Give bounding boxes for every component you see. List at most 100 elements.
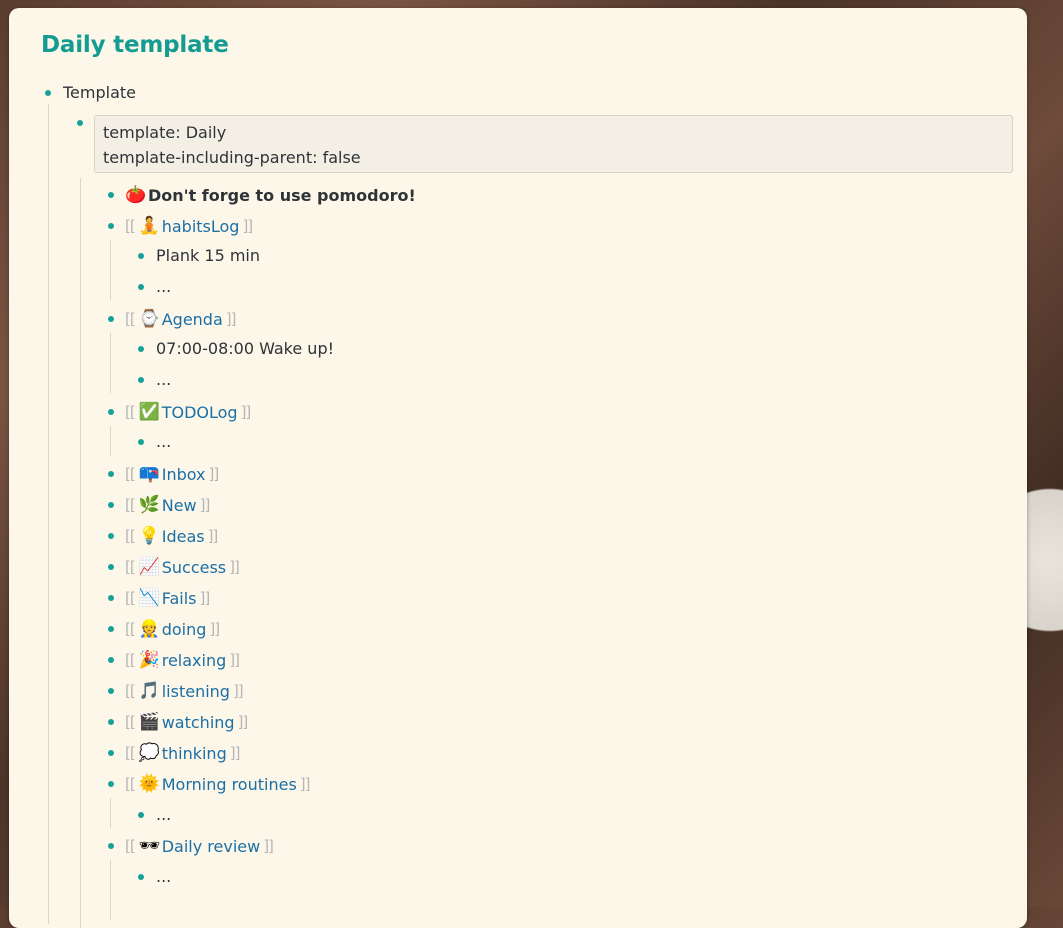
properties-block[interactable]: template: Daily template-including-paren… — [94, 115, 1013, 173]
page-link-agenda[interactable]: [[ ⌚ Agenda ]] — [125, 308, 236, 330]
page-link-watching[interactable]: [[ 🎬 watching ]] — [125, 711, 248, 733]
list-item: 07:00-08:00 Wake up! — [156, 339, 335, 358]
bullet[interactable] — [77, 120, 83, 126]
bullet[interactable] — [108, 750, 114, 756]
light-bulb-icon: 💡 — [138, 526, 160, 546]
bullet[interactable] — [138, 812, 144, 818]
page-title: Daily template — [41, 32, 229, 58]
page-link-todolog[interactable]: [[ ✅ TODOLog ]] — [125, 401, 252, 423]
bullet[interactable] — [108, 192, 114, 198]
page-link-listening[interactable]: [[ 🎵 listening ]] — [125, 680, 244, 702]
bullet[interactable] — [108, 843, 114, 849]
bullet[interactable] — [138, 439, 144, 445]
link-label[interactable]: thinking — [162, 744, 227, 763]
sunglasses-icon: 🕶 — [138, 836, 161, 856]
link-label[interactable]: Daily review — [162, 837, 260, 856]
bracket-close: ]] — [263, 837, 274, 855]
bullet[interactable] — [108, 502, 114, 508]
bracket-close: ]] — [240, 403, 252, 421]
bracket-open: [[ — [125, 651, 136, 669]
worker-icon: 👷 — [138, 619, 160, 639]
link-label[interactable]: Fails — [162, 589, 197, 608]
bullet[interactable] — [108, 595, 114, 601]
bracket-close: ]] — [242, 217, 253, 235]
herb-icon: 🌿 — [138, 495, 160, 515]
page-link-habitslog[interactable]: [[ 🧘 habitsLog ]] — [125, 215, 253, 237]
bullet[interactable] — [138, 346, 144, 352]
link-label[interactable]: doing — [162, 620, 207, 639]
bullet[interactable] — [45, 90, 51, 96]
bracket-open: [[ — [125, 310, 136, 328]
link-label[interactable]: habitsLog — [162, 217, 240, 236]
link-label[interactable]: Success — [162, 558, 226, 577]
list-item: ... — [156, 432, 172, 451]
page-link-daily-review[interactable]: [[ 🕶 Daily review ]] — [125, 835, 274, 857]
page-link-morning-routines[interactable]: [[ 🌞 Morning routines ]] — [125, 773, 310, 795]
bullet[interactable] — [108, 719, 114, 725]
page-link-fails[interactable]: [[ 📉 Fails ]] — [125, 587, 210, 609]
bullet[interactable] — [138, 874, 144, 880]
bracket-close: ]] — [208, 465, 220, 483]
party-popper-icon: 🎉 — [138, 650, 160, 670]
bullet[interactable] — [138, 377, 144, 383]
check-mark-button-icon: ✅ — [138, 402, 160, 422]
bracket-close: ]] — [229, 558, 240, 576]
watch-icon: ⌚ — [138, 309, 160, 329]
bullet[interactable] — [108, 471, 114, 477]
indent-guide — [110, 240, 111, 300]
link-label[interactable]: Agenda — [162, 310, 223, 329]
bracket-open: [[ — [125, 465, 136, 483]
bracket-open: [[ — [125, 775, 136, 793]
bullet[interactable] — [138, 284, 144, 290]
bullet[interactable] — [108, 409, 114, 415]
speech-balloon-icon: 💭 — [138, 743, 160, 763]
page-link-inbox[interactable]: [[ 📪 Inbox ]] — [125, 463, 220, 485]
link-label[interactable]: New — [162, 496, 197, 515]
bullet[interactable] — [108, 316, 114, 322]
indent-guide — [48, 104, 49, 924]
link-label[interactable]: watching — [162, 713, 235, 732]
property-template: template: Daily — [103, 123, 227, 142]
page-link-ideas[interactable]: [[ 💡 Ideas ]] — [125, 525, 219, 547]
bullet[interactable] — [108, 688, 114, 694]
page-link-doing[interactable]: [[ 👷 doing ]] — [125, 618, 220, 640]
bracket-close: ]] — [232, 682, 244, 700]
bracket-open: [[ — [125, 527, 136, 545]
bracket-open: [[ — [125, 217, 136, 235]
bullet[interactable] — [108, 626, 114, 632]
link-label[interactable]: TODOLog — [162, 403, 238, 422]
bracket-close: ]] — [229, 651, 240, 669]
bracket-open: [[ — [125, 620, 136, 638]
bullet[interactable] — [108, 657, 114, 663]
property-template-including-parent: template-including-parent: false — [103, 148, 361, 167]
list-item: Plank 15 min — [156, 246, 261, 265]
link-label[interactable]: listening — [162, 682, 230, 701]
clapper-board-icon: 🎬 — [138, 712, 160, 732]
bullet[interactable] — [138, 253, 144, 259]
indent-guide — [110, 333, 111, 393]
indent-guide — [110, 860, 111, 920]
bracket-open: [[ — [125, 744, 136, 762]
bullet[interactable] — [108, 781, 114, 787]
bracket-open: [[ — [125, 837, 136, 855]
bullet[interactable] — [108, 533, 114, 539]
bullet[interactable] — [108, 223, 114, 229]
page-link-new[interactable]: [[ 🌿 New ]] — [125, 494, 210, 516]
bullet[interactable] — [108, 564, 114, 570]
page-panel: Daily template Template template: Daily … — [9, 8, 1027, 928]
page-link-relaxing[interactable]: [[ 🎉 relaxing ]] — [125, 649, 240, 671]
link-label[interactable]: Inbox — [162, 465, 206, 484]
page-link-thinking[interactable]: [[ 💭 thinking ]] — [125, 742, 240, 764]
link-label[interactable]: Morning routines — [162, 775, 297, 794]
link-label[interactable]: Ideas — [162, 527, 205, 546]
indent-guide — [80, 178, 81, 928]
link-label[interactable]: relaxing — [162, 651, 227, 670]
musical-notes-icon: 🎵 — [138, 681, 160, 701]
chart-decreasing-icon: 📉 — [138, 588, 160, 608]
indent-guide — [110, 426, 111, 456]
bracket-close: ]] — [207, 527, 219, 545]
page-link-success[interactable]: [[ 📈 Success ]] — [125, 556, 240, 578]
list-item: ... — [156, 805, 172, 824]
indent-guide — [110, 798, 111, 828]
list-item: ... — [156, 370, 172, 389]
